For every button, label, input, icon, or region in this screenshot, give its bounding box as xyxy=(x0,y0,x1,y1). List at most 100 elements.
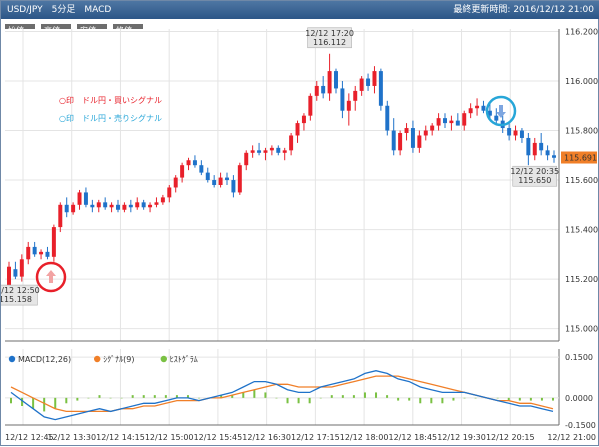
candle-up xyxy=(417,135,422,148)
callout-value: 115.158 xyxy=(1,295,32,304)
candle-up xyxy=(96,202,101,208)
histogram-bar xyxy=(452,397,455,401)
price-y-tick: 116.000 xyxy=(565,77,598,86)
histogram-bar xyxy=(98,395,101,398)
histogram-bar xyxy=(540,397,543,401)
candle-down xyxy=(225,177,229,181)
histogram-bar xyxy=(375,392,378,398)
candle-up xyxy=(154,202,159,205)
histogram-bar xyxy=(120,397,123,399)
candle-down xyxy=(321,85,326,94)
candle-down xyxy=(13,269,18,277)
x-tick-label: 12/12 18:45 xyxy=(388,433,437,442)
x-tick-label: 12/12 21:00 xyxy=(547,433,596,442)
histogram-bar xyxy=(430,397,433,404)
candle-down xyxy=(64,204,69,213)
candle-up xyxy=(346,100,351,111)
chart-canvas: 115.000 115.200 115.400 115.600 115.800 116.0… xyxy=(1,27,598,442)
candle-up xyxy=(436,118,441,126)
candle-up xyxy=(430,125,435,131)
histogram-bar xyxy=(297,397,300,404)
candle-up xyxy=(475,105,480,109)
candle-down xyxy=(257,150,262,153)
histogram-bar xyxy=(341,395,344,398)
candle-down xyxy=(526,137,531,156)
candle-up xyxy=(263,150,268,153)
histogram-bar xyxy=(65,397,68,404)
legend-label: ﾋｽﾄｸﾞﾗﾑ xyxy=(170,355,198,364)
candle-up xyxy=(135,202,140,208)
candle-up xyxy=(19,259,24,277)
candle-down xyxy=(507,128,512,136)
candle-down xyxy=(340,88,345,111)
candle-down xyxy=(519,130,524,138)
candle-down xyxy=(545,150,550,156)
candle-up xyxy=(58,204,63,228)
candle-down xyxy=(366,78,371,86)
candle-down xyxy=(45,251,50,257)
candle-up xyxy=(423,130,428,136)
candle-up xyxy=(468,108,473,114)
candle-down xyxy=(276,147,281,153)
histogram-bar xyxy=(352,395,355,398)
price-y-tick: 115.800 xyxy=(565,127,598,136)
histogram-bar xyxy=(286,397,289,404)
callout-time: 12/12 20:35 xyxy=(510,167,559,176)
legend-marker xyxy=(8,355,16,363)
histogram-bar xyxy=(275,397,278,399)
price-y-tick: 115.200 xyxy=(565,275,598,284)
candle-down xyxy=(192,160,197,166)
candle-down xyxy=(410,128,415,148)
candle-up xyxy=(148,204,153,208)
histogram-bar xyxy=(474,397,477,399)
candle-down xyxy=(334,71,338,89)
histogram-bar xyxy=(552,397,554,401)
callout-time: 12/12 17:20 xyxy=(305,29,354,38)
histogram-bar xyxy=(419,397,422,404)
candle-down xyxy=(443,118,447,124)
candle-up xyxy=(250,150,255,153)
candle-up xyxy=(244,152,249,166)
candle-down xyxy=(103,202,108,208)
candle-down xyxy=(494,115,499,121)
histogram-bar xyxy=(109,397,112,399)
histogram-bar xyxy=(330,395,333,398)
histogram-bar xyxy=(10,397,12,404)
candle-up xyxy=(51,227,56,257)
x-tick-label: 12/12 18:00 xyxy=(340,433,389,442)
candle-up xyxy=(39,251,44,255)
histogram-bar xyxy=(54,397,57,409)
candle-down xyxy=(205,172,210,181)
candle-up xyxy=(218,177,223,185)
candle-up xyxy=(398,133,403,151)
candle-up xyxy=(109,204,114,208)
candle-down xyxy=(141,202,146,208)
candle-up xyxy=(532,142,537,156)
price-y-tick: 115.400 xyxy=(565,226,598,235)
histogram-bar xyxy=(153,395,156,398)
histogram-bar xyxy=(386,395,389,398)
callout-value: 115.650 xyxy=(518,176,551,185)
legend-label: ｼｸﾞﾅﾙ(9) xyxy=(103,355,134,364)
candle-up xyxy=(327,71,332,94)
histogram-bar xyxy=(308,397,311,404)
candle-up xyxy=(372,71,377,86)
candle-up xyxy=(237,165,242,193)
histogram-bar xyxy=(43,397,46,412)
x-tick-label: 12/12 16:30 xyxy=(242,433,291,442)
candle-down xyxy=(90,204,95,208)
histogram-bar xyxy=(164,395,167,398)
candle-up xyxy=(359,78,364,91)
histogram-bar xyxy=(529,397,532,401)
candle-down xyxy=(199,165,204,173)
candle-up xyxy=(160,197,165,203)
chart-window: USD/JPY 5分足 MACD 最終更新時間: 2016/12/12 21:0… xyxy=(0,0,599,446)
histogram-bar xyxy=(242,392,245,398)
legend-label: MACD(12,26) xyxy=(18,355,71,364)
signal-note: ○印 ドル円・買いシグナル xyxy=(59,95,162,105)
candle-up xyxy=(26,246,31,260)
candle-up xyxy=(308,95,313,116)
histogram-bar xyxy=(518,397,521,401)
price-plot-area xyxy=(5,29,559,341)
x-tick-label: 12/12 14:15 xyxy=(96,433,145,442)
